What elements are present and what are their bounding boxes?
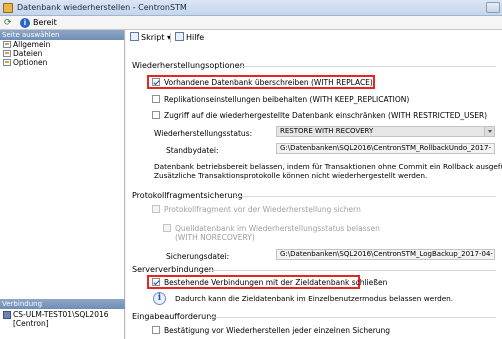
connection-info[interactable]: CS-ULM-TEST01\SQL2016 [Centron] bbox=[0, 310, 125, 328]
page-item-label: Dateien bbox=[13, 49, 43, 58]
checkbox-label: Bestehende Verbindungen mit der Zieldate… bbox=[164, 278, 388, 287]
section-title: Eingabeaufforderung bbox=[132, 312, 217, 321]
page-item-files[interactable]: Dateien bbox=[0, 49, 124, 58]
page-item-label: Optionen bbox=[13, 58, 48, 67]
info-icon: i bbox=[20, 18, 30, 28]
checkbox-label: Quelldatenbank im Wiederherstellungsstat… bbox=[175, 224, 380, 233]
checkbox-label: Replikationseinstellungen beibehalten (W… bbox=[164, 95, 410, 104]
checkbox-box[interactable] bbox=[152, 95, 160, 103]
recovery-description-line-1: Datenbank betriebsbereit belassen, indem… bbox=[154, 162, 502, 171]
connection-header: Verbindung bbox=[0, 299, 125, 309]
page-item-label: Allgemein bbox=[13, 40, 51, 49]
checkbox-box[interactable] bbox=[152, 326, 160, 334]
chevron-down-icon[interactable] bbox=[484, 127, 494, 136]
page-icon bbox=[3, 50, 11, 57]
status-bar: ⟳ i Bereit bbox=[0, 16, 502, 30]
toolbar: Skript ▾ Hilfe bbox=[126, 30, 502, 46]
standby-file-label: Standbydatei: bbox=[166, 146, 219, 155]
connection-database: [Centron] bbox=[13, 319, 49, 328]
backup-file-label: Sicherungsdatei: bbox=[166, 252, 230, 261]
window-title: Datenbank wiederherstellen - CentronSTM bbox=[17, 3, 187, 12]
server-connections-section: Serververbindungen bbox=[132, 265, 496, 275]
script-label: Skript bbox=[141, 33, 165, 42]
section-title: Protokollfragmentsicherung bbox=[132, 191, 243, 200]
recovery-state-label: Wiederherstellungsstatus: bbox=[154, 129, 253, 138]
recovery-state-select[interactable]: RESTORE WITH RECOVERY bbox=[276, 126, 495, 137]
checkbox-label: Protokollfragment vor der Wiederherstell… bbox=[164, 205, 361, 214]
overwrite-checkbox[interactable]: Vorhandene Datenbank überschreiben (WITH… bbox=[152, 78, 373, 87]
options-pane: Skript ▾ Hilfe Wiederherstellungsoptione… bbox=[126, 30, 502, 339]
title-bar: Datenbank wiederherstellen - CentronSTM bbox=[0, 0, 502, 16]
section-divider bbox=[208, 270, 496, 271]
section-title: Wiederherstellungsoptionen bbox=[132, 61, 245, 70]
info-icon: i bbox=[153, 292, 166, 305]
restricted-user-checkbox[interactable]: Zugriff auf die wiederhergestellte Daten… bbox=[152, 111, 487, 120]
standby-file-field[interactable]: G:\Datenbanken\SQL2016\CentronSTM_Rollba… bbox=[276, 143, 495, 154]
toolbar-separator bbox=[170, 33, 171, 43]
connections-info-text: Dadurch kann die Zieldatenbank im Einzel… bbox=[175, 294, 454, 303]
checkbox-box[interactable] bbox=[152, 78, 160, 86]
confirm-each-backup-checkbox[interactable]: Bestätigung vor Wiederherstellen jeder e… bbox=[152, 326, 390, 335]
section-divider bbox=[236, 66, 496, 67]
checkbox-box[interactable] bbox=[152, 111, 160, 119]
section-title: Serververbindungen bbox=[132, 265, 214, 274]
checkbox-box[interactable] bbox=[152, 278, 160, 286]
checkbox-label: Bestätigung vor Wiederherstellen jeder e… bbox=[164, 326, 391, 335]
connection-server: CS-ULM-TEST01\SQL2016 bbox=[13, 310, 109, 319]
recovery-state-value: RESTORE WITH RECOVERY bbox=[280, 127, 374, 135]
page-item-options[interactable]: Optionen bbox=[0, 58, 124, 67]
standby-file-value: G:\Datenbanken\SQL2016\CentronSTM_Rollba… bbox=[280, 144, 491, 152]
keep-replication-checkbox[interactable]: Replikationseinstellungen beibehalten (W… bbox=[152, 95, 409, 104]
backup-file-value: G:\Datenbanken\SQL2016\CentronSTM_LogBac… bbox=[280, 250, 493, 258]
tail-log-backup-checkbox[interactable]: Protokollfragment vor der Wiederherstell… bbox=[152, 205, 361, 214]
database-restore-icon bbox=[3, 3, 13, 13]
prompt-section: Eingabeaufforderung bbox=[132, 312, 496, 322]
section-divider bbox=[210, 317, 496, 318]
checkbox-label: Vorhandene Datenbank überschreiben (WITH… bbox=[164, 78, 373, 87]
options-content: Wiederherstellungsoptionen Vorhandene Da… bbox=[126, 46, 502, 339]
recovery-description-line-2: Zusätzliche Transaktionsprotokolle könne… bbox=[154, 171, 428, 180]
page-item-general[interactable]: Allgemein bbox=[0, 40, 124, 49]
tail-log-section: Protokollfragmentsicherung bbox=[132, 191, 496, 201]
status-text: Bereit bbox=[33, 18, 57, 27]
restore-options-section: Wiederherstellungsoptionen bbox=[132, 61, 496, 71]
checkbox-box[interactable] bbox=[163, 224, 171, 232]
refresh-icon[interactable]: ⟳ bbox=[4, 18, 12, 28]
leave-norecovery-label-2: (WITH NORECOVERY) bbox=[175, 233, 255, 242]
checkbox-box[interactable] bbox=[152, 205, 160, 213]
script-button[interactable]: Skript ▾ bbox=[130, 32, 171, 44]
page-selector-pane: Seite auswählen Allgemein Dateien Option… bbox=[0, 30, 125, 339]
pages-header: Seite auswählen bbox=[0, 30, 124, 40]
backup-file-field[interactable]: G:\Datenbanken\SQL2016\CentronSTM_LogBac… bbox=[276, 249, 495, 260]
leave-norecovery-checkbox[interactable]: Quelldatenbank im Wiederherstellungsstat… bbox=[163, 224, 380, 233]
close-connections-checkbox[interactable]: Bestehende Verbindungen mit der Zieldate… bbox=[152, 278, 387, 287]
page-icon bbox=[3, 41, 11, 48]
section-divider bbox=[234, 196, 496, 197]
checkbox-label: Zugriff auf die wiederhergestellte Daten… bbox=[164, 111, 488, 120]
server-icon bbox=[3, 311, 11, 319]
close-window-button[interactable] bbox=[486, 2, 500, 13]
help-button[interactable]: Hilfe bbox=[175, 32, 204, 44]
script-icon bbox=[130, 32, 139, 41]
page-icon bbox=[3, 59, 11, 66]
help-icon bbox=[175, 32, 184, 41]
help-label: Hilfe bbox=[186, 33, 205, 42]
